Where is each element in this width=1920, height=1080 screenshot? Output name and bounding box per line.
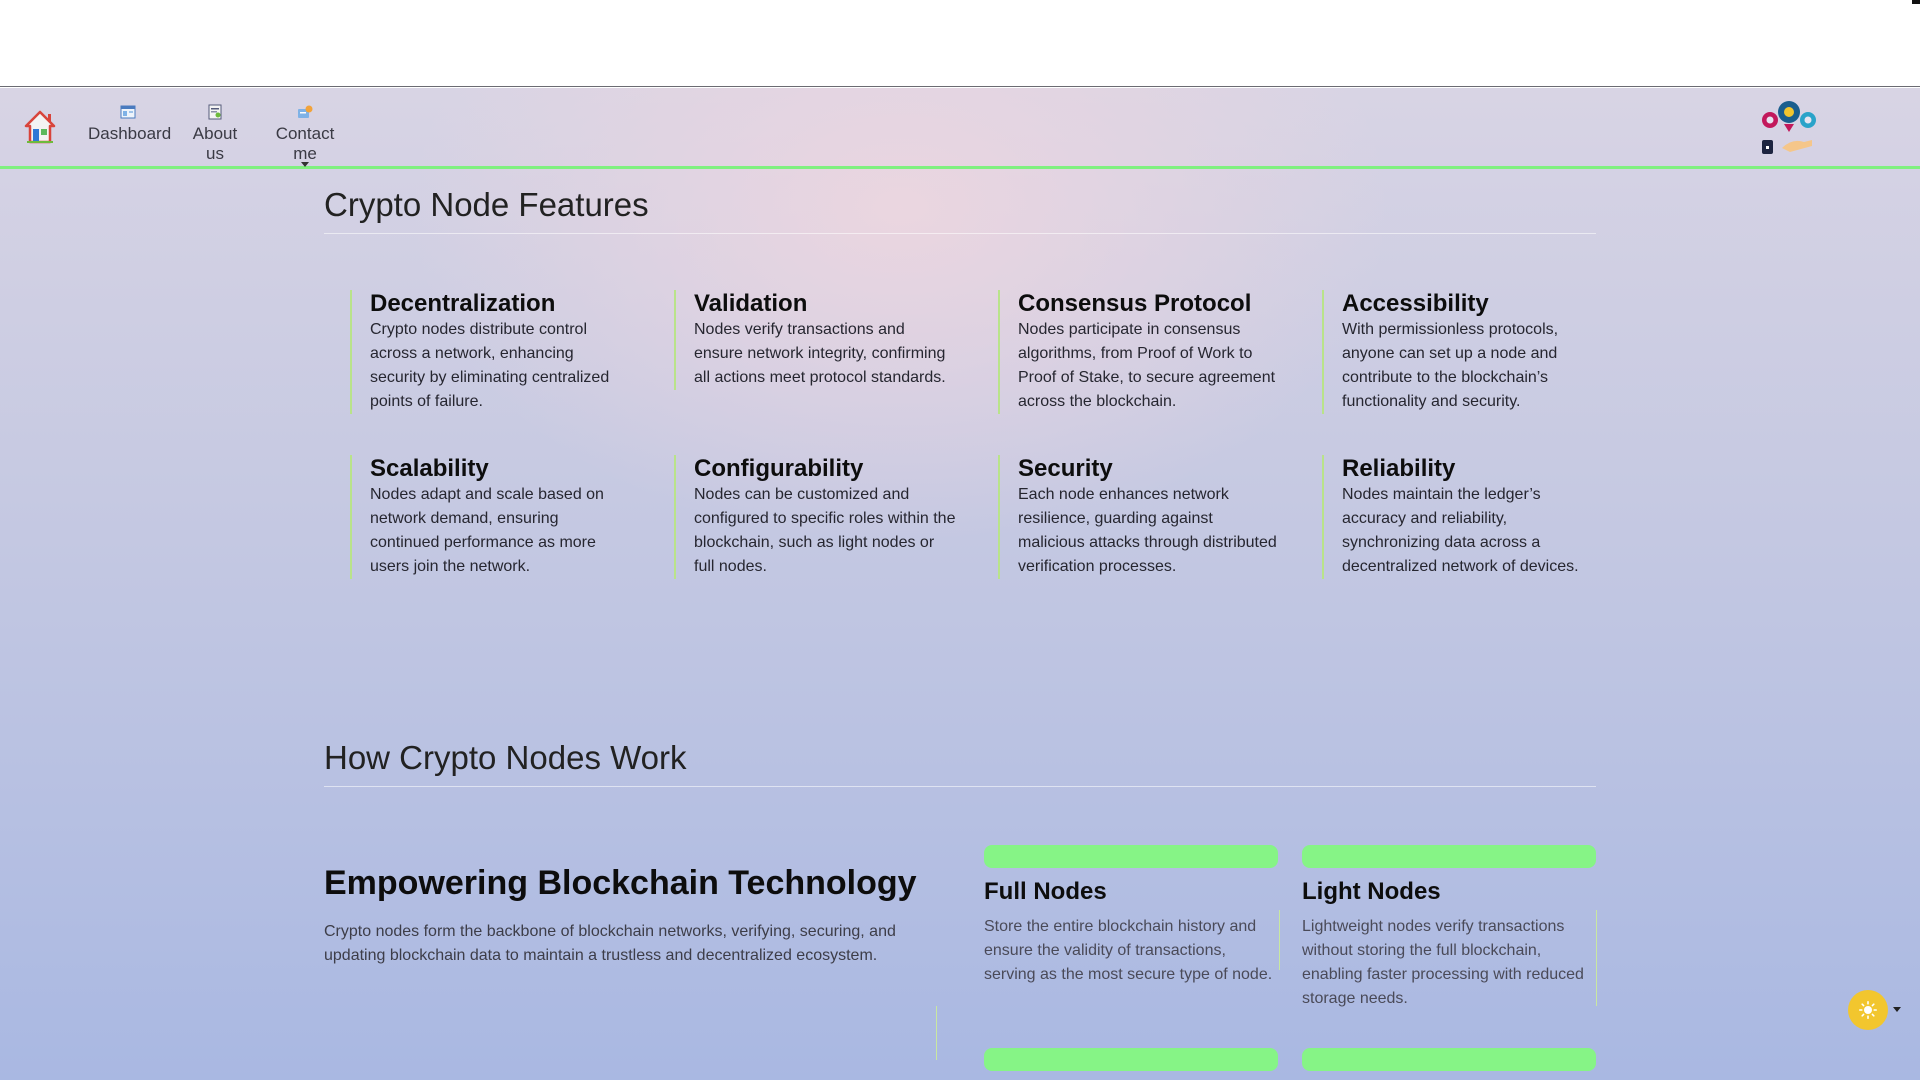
feature-title: Reliability: [1342, 455, 1456, 482]
dashboard-icon: [120, 105, 136, 119]
feature-text: Nodes can be customized and configured t…: [694, 486, 956, 575]
feature-title: Validation: [694, 290, 808, 317]
feature-text: Crypto nodes distribute control across a…: [370, 321, 610, 410]
feature-consensus-protocol: Consensus Protocol Nodes participate in …: [998, 290, 1298, 414]
feature-reliability: Reliability Nodes maintain the ledger’s …: [1322, 455, 1622, 579]
node-divider: [1596, 910, 1597, 1006]
node-accent-bar: [984, 1048, 1278, 1071]
hero-text: Crypto nodes form the backbone of blockc…: [324, 923, 896, 964]
node-text: Store the entire blockchain history and …: [984, 918, 1273, 983]
about-icon: [208, 104, 222, 120]
feature-text: Each node enhances network resilience, g…: [1018, 486, 1277, 575]
feature-scalability: Scalability Nodes adapt and scale based …: [350, 455, 650, 579]
nav-about-label: About us: [192, 124, 238, 163]
features-title: Crypto Node Features: [324, 186, 649, 223]
corner-mark: [1912, 0, 1920, 4]
node-accent-bar: [984, 845, 1278, 868]
node-card-light: Light Nodes Lightweight nodes verify tra…: [1302, 845, 1596, 1011]
node-accent-bar: [1302, 845, 1596, 868]
nav-about-us[interactable]: About us: [182, 104, 248, 163]
browser-top-area: [0, 0, 1920, 87]
feature-title: Accessibility: [1342, 290, 1489, 317]
node-card-full: Full Nodes Store the entire blockchain h…: [984, 845, 1278, 987]
feature-text: With permissionless protocols, anyone ca…: [1342, 321, 1559, 410]
feature-security: Security Each node enhances network resi…: [998, 455, 1298, 579]
page-body: Dashboard About us Contact me Crypto Nod…: [0, 88, 1920, 1080]
node-text: Lightweight nodes verify transactions wi…: [1302, 918, 1584, 1007]
feature-text: Nodes verify transactions and ensure net…: [694, 321, 946, 386]
contact-icon: [298, 105, 313, 118]
node-title: Full Nodes: [984, 878, 1107, 905]
how-divider: [324, 786, 1596, 787]
feature-title: Scalability: [370, 455, 489, 482]
feature-title: Configurability: [694, 455, 864, 482]
hero-title: Empowering Blockchain Technology: [324, 864, 917, 902]
theme-toggle-button[interactable]: [1848, 990, 1888, 1030]
node-divider: [1279, 910, 1280, 970]
feature-text: Nodes adapt and scale based on network d…: [370, 486, 604, 575]
nav-dashboard-label: Dashboard: [88, 124, 172, 143]
feature-configurability: Configurability Nodes can be customized …: [674, 455, 974, 579]
feature-title: Security: [1018, 455, 1113, 482]
gears-logo-icon[interactable]: [1760, 98, 1822, 156]
feature-text: Nodes maintain the ledger’s accuracy and…: [1342, 486, 1579, 575]
feature-accessibility: Accessibility With permissionless protoc…: [1322, 290, 1622, 414]
navbar: Dashboard About us Contact me: [0, 88, 1920, 169]
features-divider: [324, 233, 1596, 234]
feature-validation: Validation Nodes verify transactions and…: [674, 290, 974, 390]
node-title: Light Nodes: [1302, 878, 1441, 905]
nav-contact-me[interactable]: Contact me: [262, 104, 348, 167]
feature-title: Consensus Protocol: [1018, 290, 1252, 317]
feature-decentralization: Decentralization Crypto nodes distribute…: [350, 290, 650, 414]
node-accent-bar: [1302, 1048, 1596, 1071]
home-icon[interactable]: [24, 110, 56, 144]
theme-dropdown-chevron-icon[interactable]: [1893, 1007, 1901, 1012]
nav-contact-label: Contact me: [275, 124, 335, 163]
hero-divider: [936, 1006, 937, 1060]
feature-title: Decentralization: [370, 290, 556, 317]
nav-dashboard[interactable]: Dashboard: [88, 104, 172, 154]
feature-text: Nodes participate in consensus algorithm…: [1018, 321, 1276, 410]
sun-icon: [1859, 1001, 1877, 1019]
how-title: How Crypto Nodes Work: [324, 739, 687, 776]
